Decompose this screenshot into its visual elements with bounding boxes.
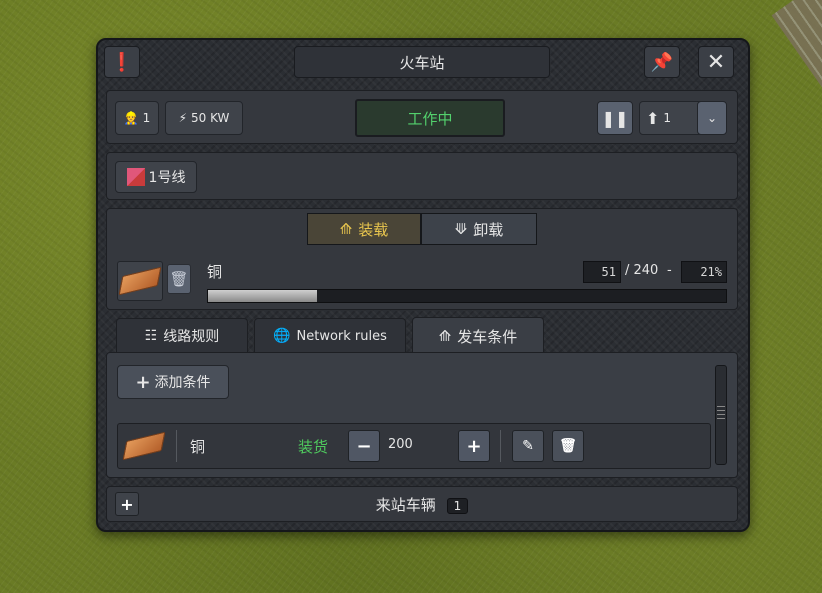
condition-edit-button[interactable]: ✎ [512,430,544,462]
workers-count: 1 [142,111,151,125]
tab-line-rules-label: 线路规则 [163,329,220,345]
cargo-percent: 21% [681,261,727,283]
cargo-current: 51 [583,261,621,283]
cargo-remove-button[interactable]: 🗑 [167,264,191,294]
condition-amount: 200 [388,437,413,452]
power-value: 50 KW [191,111,230,125]
window-title: 火车站 [294,46,550,78]
condition-cargo-icon-wrap [122,431,166,461]
condition-cargo-name: 铜 [190,438,206,456]
status-indicator: 工作中 [355,99,505,137]
cargo-panel: ⟰ 装载 ⟱ 卸载 🗑 铜 51 / 240 - 21% [106,208,738,310]
divider [500,430,501,462]
unload-label: 卸载 [473,220,504,239]
pause-button[interactable]: ❚❚ [597,101,633,135]
pause-icon: ❚❚ [601,108,629,128]
condition-row: 铜 装货 − 200 + ✎ 🗑 [117,423,711,469]
condition-action: 装货 [298,438,329,456]
add-condition-label: 添加条件 [154,375,211,391]
incoming-vehicles-label: 来站车辆 [375,496,436,514]
priority-dropdown-button[interactable]: ⌄ [697,101,727,135]
tab-network-rules[interactable]: 🌐 Network rules [254,318,406,353]
load-toggle[interactable]: ⟰ 装载 [307,213,421,245]
line-chip[interactable]: 1号线 [115,161,197,193]
cargo-name: 铜 [207,263,223,281]
trash-icon: 🗑 [167,264,191,294]
status-panel: 👷 1 ⚡ 50 KW 工作中 ❚❚ ⬆ 1 ⌄ [106,90,738,144]
pin-icon: 📌 [650,51,674,73]
lightning-icon: ⚡ [178,111,188,125]
info-button[interactable]: ❗ [104,46,140,78]
priority-value: 1 [663,111,672,125]
minus-icon: − [356,435,372,457]
tab-line-rules[interactable]: ☷ 线路规则 [116,318,248,353]
cargo-separator: - [667,263,672,278]
cargo-progress-fill [208,290,317,302]
scrollbar-grip[interactable] [717,406,725,422]
cargo-capacity: / 240 [625,263,659,278]
plus-icon: + [135,371,151,393]
condition-delete-button[interactable]: 🗑 [552,430,584,462]
scrollbar[interactable] [715,365,727,465]
load-label: 装载 [358,220,389,239]
tab-departure-conditions[interactable]: ⟰ 发车条件 [412,317,544,354]
line-panel: 1号线 [106,152,738,200]
window-title-text: 火车站 [399,53,445,72]
pin-button[interactable]: 📌 [644,46,680,78]
rules-icon: ☷ [144,328,158,344]
divider [176,430,177,462]
close-icon: ✕ [706,49,726,75]
add-condition-button[interactable]: + 添加条件 [117,365,229,399]
info-icon: ❗ [110,51,134,73]
incoming-vehicles-count: 1 [446,498,469,514]
status-text: 工作中 [407,109,453,128]
departure-icon: ⟰ [438,327,452,345]
increase-amount-button[interactable]: + [458,430,490,462]
tab-departure-conditions-label: 发车条件 [457,327,518,346]
priority-up-icon: ⬆ [646,108,660,128]
unload-icon: ⟱ [454,220,468,238]
decrease-amount-button[interactable]: − [348,430,380,462]
workers-chip[interactable]: 👷 1 [115,101,159,135]
copper-icon [122,431,166,461]
worker-icon: 👷 [123,111,139,125]
chevron-down-icon: ⌄ [706,111,718,125]
close-button[interactable]: ✕ [698,46,734,78]
incoming-vehicles: 来站车辆 1 [107,494,737,515]
cargo-slot[interactable] [117,261,163,301]
copper-icon [118,266,162,296]
globe-icon: 🌐 [273,328,291,344]
unload-toggle[interactable]: ⟱ 卸载 [421,213,537,245]
trash-icon: 🗑 [559,438,577,454]
priority-selector[interactable]: ⬆ 1 [639,101,703,135]
line-color-swatch [126,168,145,186]
edit-icon: ✎ [522,438,534,454]
tab-network-rules-label: Network rules [296,328,387,344]
plus-icon: + [466,435,482,457]
footer-panel: + 来站车辆 1 [106,486,738,522]
cargo-progress-bar [207,289,727,303]
line-name: 1号线 [148,170,186,186]
power-chip[interactable]: ⚡ 50 KW [165,101,243,135]
load-icon: ⟰ [339,220,353,238]
conditions-panel: + 添加条件 铜 装货 − 200 + ✎ 🗑 [106,352,738,478]
train-station-window: ❗ 火车站 📌 ✕ 👷 1 ⚡ 50 KW 工作中 ❚❚ ⬆ 1 ⌄ 1号线 ⟰… [96,38,750,532]
